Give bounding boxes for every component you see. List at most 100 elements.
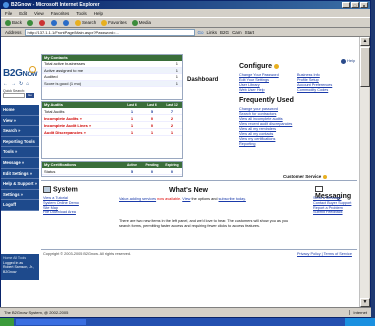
forward-button[interactable]: [27, 19, 34, 26]
search-button[interactable]: Search: [75, 19, 97, 26]
row-value[interactable]: 1: [122, 115, 142, 121]
menu-tools[interactable]: Tools: [76, 11, 87, 16]
configure-link[interactable]: Business Info: [297, 73, 355, 77]
taskbar-window-button[interactable]: [16, 319, 86, 325]
media-button[interactable]: Media: [131, 19, 152, 26]
whats-new-heading: What's New: [169, 187, 209, 194]
row-value[interactable]: 5: [142, 108, 162, 114]
links-item[interactable]: Cam: [232, 30, 242, 35]
row-value[interactable]: 1: [162, 129, 182, 135]
menu-help[interactable]: Help: [94, 11, 103, 16]
nav-item-help-support[interactable]: Help & Support »: [1, 179, 39, 190]
row-value[interactable]: 1: [122, 108, 142, 114]
messaging-link[interactable]: Submit Feedback: [313, 210, 351, 215]
row-value[interactable]: 5: [122, 168, 142, 174]
scroll-up-arrow-icon[interactable]: ▲: [360, 37, 370, 46]
links-item[interactable]: Start: [245, 30, 255, 35]
vertical-scrollbar[interactable]: ▲ ▼: [359, 37, 370, 307]
stop-button[interactable]: [39, 19, 46, 26]
refresh-button[interactable]: [51, 19, 58, 26]
status-text: The B2Gnow System, @ 2002-2005: [4, 310, 69, 315]
media-label: Media: [138, 19, 152, 25]
system-link[interactable]: File Download Area: [43, 210, 79, 215]
scroll-thumb[interactable]: [360, 47, 370, 87]
row-value: 1: [175, 61, 178, 66]
links-item[interactable]: Links: [207, 30, 218, 35]
subscribe-link[interactable]: subscribe today.: [219, 197, 246, 201]
nav-item-search[interactable]: Search »: [1, 126, 39, 137]
help-link[interactable]: Help: [347, 58, 355, 63]
row-value[interactable]: 1: [122, 129, 142, 135]
nav-item-reporting[interactable]: Reporting Tools: [1, 137, 39, 148]
close-button[interactable]: x: [360, 2, 368, 8]
refresh-icon[interactable]: ↻: [19, 81, 23, 87]
row-value[interactable]: 0: [142, 115, 162, 121]
home-icon: [63, 19, 70, 26]
nav-item-home[interactable]: Home: [1, 105, 39, 116]
nav-footer: Home All Tools Logged in as Robert Samso…: [1, 254, 39, 280]
table-row: Incomplete Audit Lines » 1 0 2: [42, 122, 182, 129]
start-button[interactable]: [0, 318, 14, 326]
row-label[interactable]: Incomplete Audit Lines »: [42, 122, 122, 128]
favorites-button[interactable]: Favorites: [101, 19, 127, 26]
footer-divider: [41, 249, 357, 250]
taskbar: [0, 318, 375, 326]
configure-title: Configure: [239, 63, 273, 70]
home-button[interactable]: [63, 19, 70, 26]
row-value[interactable]: 7: [162, 108, 182, 114]
maximize-button[interactable]: □: [351, 2, 359, 8]
nav-item-settings[interactable]: Settings »: [1, 190, 39, 201]
quick-search-go-button[interactable]: Go: [25, 93, 34, 98]
search-label: Search: [82, 19, 97, 25]
frequent-link[interactable]: Reporting: [239, 142, 292, 147]
media-icon: [131, 19, 138, 26]
go-button[interactable]: Go: [198, 30, 204, 35]
nav-item-tools[interactable]: Tools »: [1, 147, 39, 158]
configure-link[interactable]: User Library: [239, 83, 297, 87]
view-link[interactable]: View: [182, 197, 190, 201]
configure-link[interactable]: Commodity Codes: [297, 88, 355, 92]
privacy-terms-link[interactable]: Privacy Policy | Terms of Service: [297, 252, 352, 256]
configure-link[interactable]: Profile Setup: [297, 78, 355, 82]
system-link[interactable]: System Online Demo: [43, 201, 79, 206]
messaging-link[interactable]: Contact Buyer Support: [313, 201, 351, 206]
row-value[interactable]: 2: [162, 115, 182, 121]
row-value[interactable]: 0: [142, 168, 162, 174]
nav-item-message[interactable]: Message »: [1, 158, 39, 169]
row-value[interactable]: 0: [142, 122, 162, 128]
configure-link[interactable]: Change Your Password: [239, 73, 297, 77]
row-value[interactable]: 1: [122, 122, 142, 128]
configure-link[interactable]: Web User Help: [239, 88, 297, 92]
help-icon[interactable]: [341, 59, 346, 64]
address-input[interactable]: http://137.1.1.1/FrontPage/Main.aspx?Pas…: [24, 28, 195, 36]
table-row[interactable]: Score is good (1 mo) 1: [42, 80, 182, 87]
menu-view[interactable]: View: [34, 11, 44, 16]
home-icon[interactable]: ⌂: [26, 81, 29, 87]
row-label[interactable]: Incomplete Audits »: [42, 115, 122, 121]
menu-file[interactable]: File: [5, 11, 12, 16]
back-arrow-icon[interactable]: ←: [3, 81, 8, 87]
left-nav-menu: Home View » Search » Reporting Tools Too…: [1, 105, 39, 211]
row-value[interactable]: 0: [162, 168, 182, 174]
configure-link[interactable]: Edit Your Settings: [239, 78, 297, 82]
row-value[interactable]: 2: [162, 122, 182, 128]
nav-item-view[interactable]: View »: [1, 116, 39, 127]
scroll-down-arrow-icon[interactable]: ▼: [360, 298, 370, 307]
back-button[interactable]: Back: [5, 19, 22, 26]
row-label[interactable]: Audit Discrepancies »: [42, 129, 122, 135]
nav-item-edit-settings[interactable]: Edit Settings »: [1, 169, 39, 180]
section-divider: [41, 180, 357, 181]
frequently-used-links: Change your password Search for contract…: [239, 107, 292, 147]
menu-edit[interactable]: Edit: [19, 11, 27, 16]
row-value[interactable]: 1: [142, 129, 162, 135]
logo-part: B2G: [3, 68, 23, 79]
minimize-button[interactable]: _: [342, 2, 350, 8]
configure-link[interactable]: Account Preferences: [297, 83, 355, 87]
nav-item-logoff[interactable]: Logoff: [1, 200, 39, 211]
links-item[interactable]: B2G: [220, 30, 229, 35]
quick-search-input[interactable]: [3, 93, 25, 98]
menu-favorites[interactable]: Favorites: [51, 11, 70, 16]
value-services-link[interactable]: Value-adding services: [119, 197, 156, 201]
customer-service-link[interactable]: Customer Service: [283, 174, 327, 179]
forward-arrow-icon[interactable]: →: [11, 81, 16, 87]
